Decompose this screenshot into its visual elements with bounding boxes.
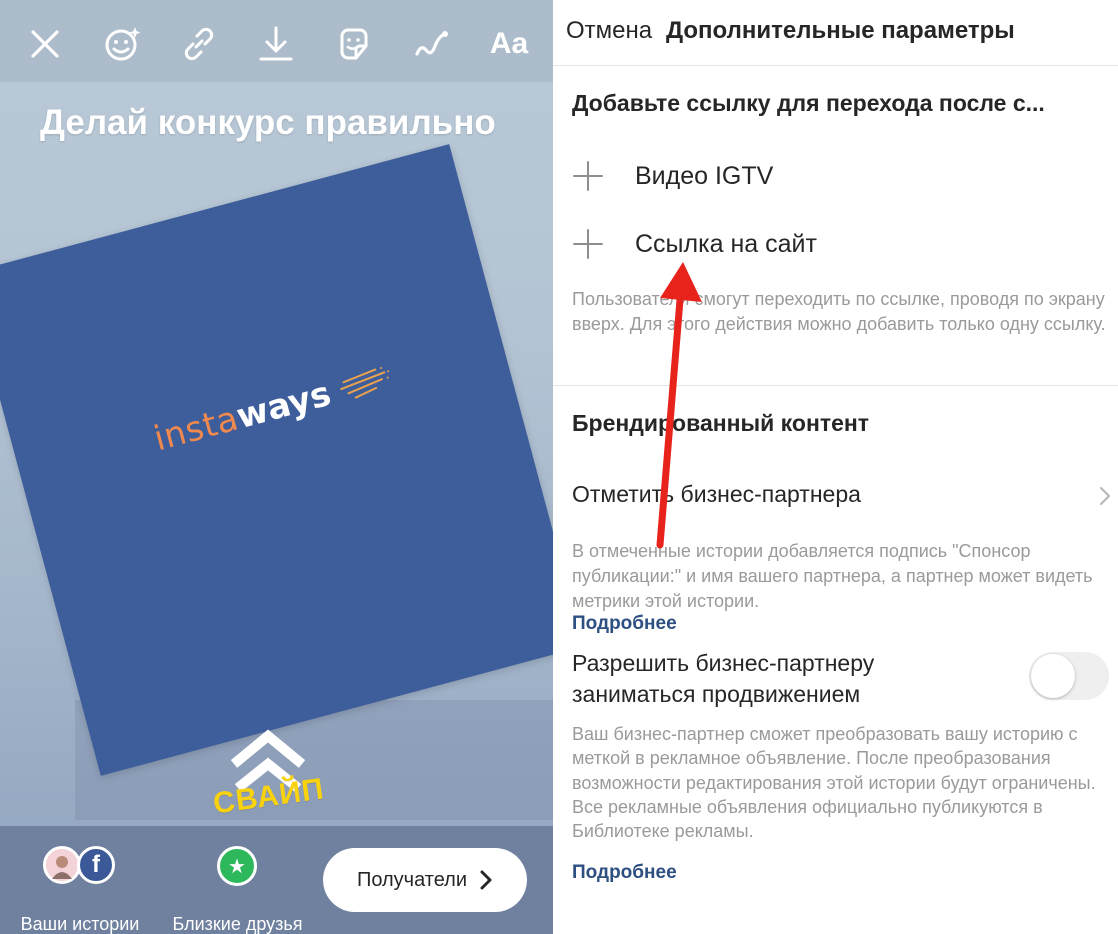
branded-content-title: Брендированный контент bbox=[572, 410, 870, 436]
draw-icon[interactable] bbox=[409, 22, 453, 66]
settings-header: Отмена Дополнительные параметры bbox=[553, 0, 1118, 66]
facebook-icon: f bbox=[77, 846, 115, 884]
text-tool-button[interactable]: Aa bbox=[484, 22, 534, 66]
close-icon[interactable] bbox=[23, 22, 67, 66]
chevron-right-icon bbox=[480, 870, 492, 890]
add-website-link-row[interactable]: Ссылка на сайт bbox=[572, 224, 817, 264]
plus-icon bbox=[573, 161, 603, 191]
avatar bbox=[43, 846, 81, 884]
story-editor: Aa Делай конкурс правильно insta ways СВА… bbox=[0, 0, 553, 934]
link-section-title: Добавьте ссылку для перехода после с... bbox=[572, 90, 1045, 116]
star-icon: ★ bbox=[217, 846, 257, 886]
tag-partner-label: Отметить бизнес-партнера bbox=[572, 481, 861, 507]
tag-business-partner-row[interactable]: Отметить бизнес-партнера bbox=[572, 481, 1112, 513]
recipients-button[interactable]: Получатели bbox=[323, 848, 527, 912]
story-share-bar: f Ваши истории ★ Близкие друзья Получате… bbox=[0, 826, 553, 934]
learn-more-link[interactable]: Подробнее bbox=[572, 862, 677, 884]
allow-promote-label: Разрешить бизнес-партнеру заниматься про… bbox=[572, 650, 875, 707]
share-close-friends[interactable]: ★ Близкие друзья bbox=[165, 844, 310, 934]
text-tool-label: Aa bbox=[489, 27, 529, 60]
allow-promote-hint-text: Ваш бизнес-партнер сможет преобразовать … bbox=[572, 724, 1096, 842]
toggle-knob bbox=[1031, 654, 1075, 698]
chevron-right-icon bbox=[1100, 487, 1110, 505]
share-your-stories[interactable]: f Ваши истории bbox=[15, 844, 145, 934]
igtv-label: Видео IGTV bbox=[635, 161, 774, 190]
face-effects-icon[interactable] bbox=[100, 22, 144, 66]
allow-partner-promote-row: Разрешить бизнес-партнеру заниматься про… bbox=[572, 648, 1112, 708]
your-stories-label: Ваши истории bbox=[20, 914, 140, 934]
story-toolbar: Aa bbox=[0, 0, 553, 82]
story-heading-text[interactable]: Делай конкурс правильно bbox=[40, 103, 496, 143]
download-icon[interactable] bbox=[254, 22, 298, 66]
learn-more-link[interactable]: Подробнее bbox=[572, 613, 677, 635]
plus-icon bbox=[573, 229, 603, 259]
story-image-card[interactable] bbox=[0, 144, 553, 776]
cancel-button[interactable]: Отмена bbox=[566, 17, 652, 45]
section-divider bbox=[553, 385, 1118, 386]
tag-partner-hint-text: В отмеченные истории добавляется подпись… bbox=[572, 541, 1093, 611]
page-title: Дополнительные параметры bbox=[666, 17, 1015, 44]
allow-promote-toggle[interactable] bbox=[1029, 652, 1109, 700]
add-igtv-video-row[interactable]: Видео IGTV bbox=[572, 156, 773, 196]
link-icon[interactable] bbox=[177, 22, 221, 66]
close-friends-label: Близкие друзья bbox=[172, 914, 303, 934]
advanced-settings-screen: Отмена Дополнительные параметры Добавьте… bbox=[553, 0, 1118, 934]
recipients-label: Получатели bbox=[356, 868, 468, 891]
sticker-icon[interactable] bbox=[332, 22, 376, 66]
link-hint-text: Пользователи смогут переходить по ссылке… bbox=[572, 289, 1106, 334]
website-link-label: Ссылка на сайт bbox=[635, 229, 817, 258]
